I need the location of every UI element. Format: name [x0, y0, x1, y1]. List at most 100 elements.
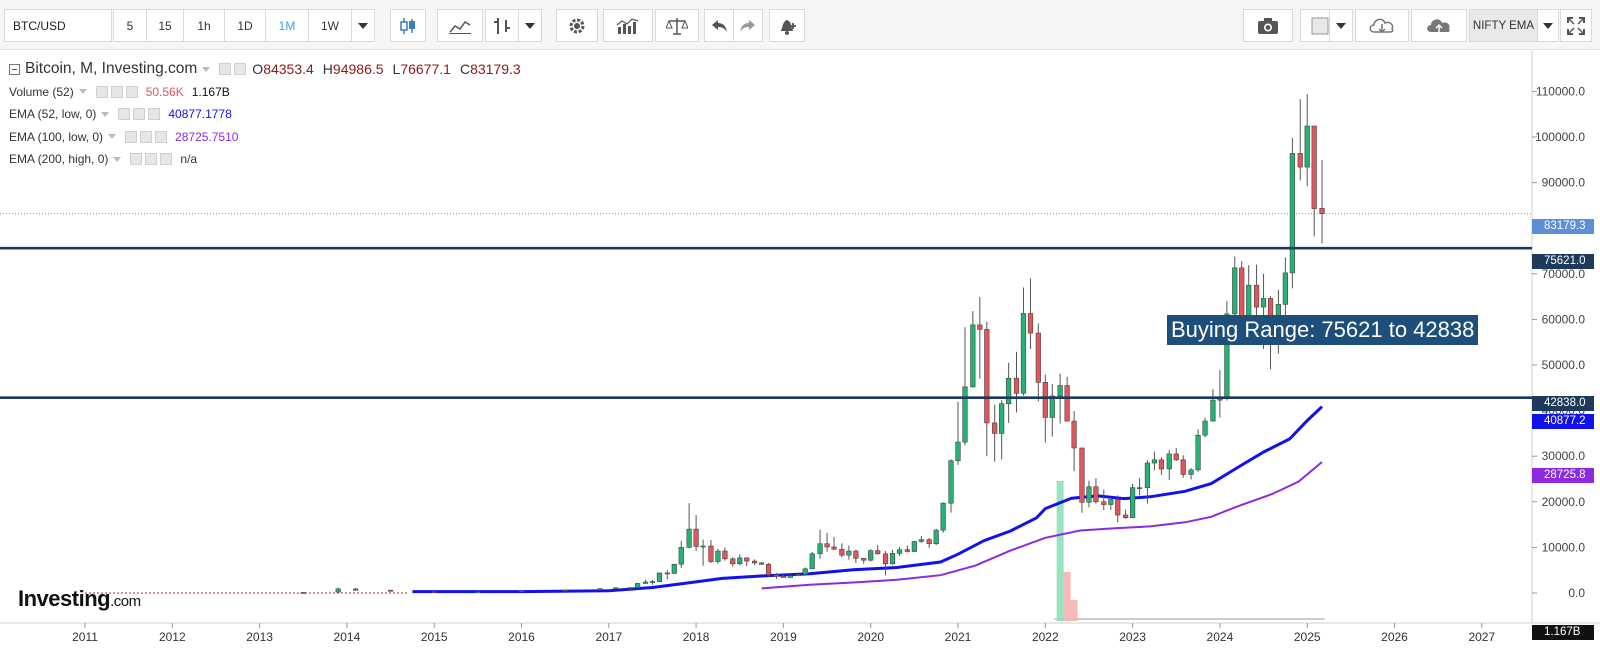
ema200-value: n/a	[180, 152, 198, 167]
candle-body	[1064, 385, 1070, 422]
template-button[interactable]: NIFTY EMA	[1469, 9, 1538, 42]
candle-body	[955, 441, 961, 462]
line-chart-button[interactable]	[437, 9, 483, 42]
candle-body	[831, 546, 837, 550]
fullscreen-button[interactable]	[1560, 9, 1592, 42]
chart-type-dropdown-button[interactable]	[518, 9, 542, 42]
last-price-tag: 83179.3	[1532, 219, 1594, 234]
candle-body	[1173, 453, 1179, 461]
redo-button[interactable]	[733, 9, 763, 42]
y-tick-label: 20000.0	[1542, 495, 1586, 509]
fullscreen-icon	[1567, 16, 1585, 35]
buying-range-annotation[interactable]: Buying Range: 75621 to 42838	[1167, 315, 1479, 345]
candle-body	[1079, 447, 1085, 503]
candle-body	[664, 572, 670, 575]
candle-body	[904, 549, 910, 552]
candle-body	[708, 545, 714, 562]
y-tick-label: 30000.0	[1542, 449, 1586, 463]
color-dropdown-button[interactable]	[1329, 9, 1353, 42]
candle-body	[1210, 399, 1216, 422]
chevron-down-icon	[358, 22, 368, 29]
gear-icon[interactable]	[234, 63, 247, 76]
candle-body	[1282, 272, 1288, 305]
alert-button[interactable]	[769, 9, 805, 42]
interval-5-button[interactable]: 5	[113, 9, 147, 42]
candle-body	[795, 574, 801, 576]
candle-body	[1246, 284, 1252, 317]
volume-bar	[1063, 572, 1071, 621]
x-tick-label: 2014	[334, 630, 361, 644]
candle-body	[649, 581, 656, 583]
gear-icon[interactable]	[133, 108, 146, 121]
ohlc-open: 84353.4	[263, 61, 314, 78]
screenshot-button[interactable]	[1243, 9, 1293, 42]
ohlc-high: 94986.5	[332, 61, 384, 78]
candle-body	[613, 587, 619, 590]
bars-button[interactable]	[485, 9, 519, 42]
interval-15-button[interactable]: 15	[146, 9, 184, 42]
candle-body	[1115, 499, 1121, 516]
logo-main: Investing	[18, 586, 111, 611]
chevron-down-icon[interactable]	[202, 66, 211, 72]
undo-button[interactable]	[704, 9, 734, 42]
undo-icon	[710, 19, 728, 33]
interval-1w-button[interactable]: 1W	[308, 9, 352, 42]
candle-body	[853, 550, 859, 559]
cloud-download-button[interactable]	[1355, 9, 1409, 42]
candle-body	[656, 572, 663, 582]
candle-body	[1086, 486, 1092, 503]
chevron-down-icon[interactable]	[101, 111, 110, 117]
candles-button[interactable]	[390, 9, 426, 42]
chevron-down-icon[interactable]	[108, 134, 117, 140]
close-icon[interactable]	[160, 153, 173, 166]
interval-1h-button[interactable]: 1h	[183, 9, 225, 42]
eye-icon[interactable]	[118, 108, 131, 121]
chevron-down-icon[interactable]	[78, 89, 87, 95]
interval-dropdown-button[interactable]	[351, 9, 375, 42]
settings-button[interactable]	[556, 9, 598, 42]
eye-icon[interactable]	[219, 63, 232, 76]
candle-body	[1166, 453, 1172, 470]
candle-body	[353, 588, 359, 591]
interval-1d-button[interactable]: 1D	[224, 9, 266, 42]
gear-icon[interactable]	[110, 85, 123, 98]
template-dropdown-button[interactable]	[1537, 9, 1559, 42]
candle-body	[940, 502, 946, 531]
chevron-down-icon[interactable]	[113, 156, 122, 162]
eye-icon[interactable]	[125, 130, 138, 143]
y-tick-label: 50000.0	[1542, 358, 1586, 372]
candle-body	[1027, 313, 1034, 334]
gear-icon[interactable]	[140, 130, 153, 143]
candle-body	[999, 403, 1005, 434]
cloud-download-icon	[1368, 16, 1396, 36]
candle-body	[700, 545, 706, 548]
close-icon[interactable]	[155, 130, 168, 143]
x-tick-label: 2018	[683, 630, 710, 644]
candle-body	[300, 592, 306, 594]
close-icon[interactable]	[148, 108, 161, 121]
cloud-upload-button[interactable]	[1411, 9, 1467, 42]
candle-body	[1158, 459, 1165, 470]
candle-body	[809, 553, 815, 570]
ohlc-high-key: H	[322, 61, 333, 78]
interval-1m-button[interactable]: 1M	[265, 9, 309, 42]
eye-icon[interactable]	[95, 85, 108, 98]
collapse-legend-icon[interactable]	[9, 63, 20, 75]
candle-body	[1297, 153, 1303, 168]
chart-legend: Bitcoin, M, Investing.com O 84353.4 H 9498…	[9, 58, 521, 171]
eye-icon[interactable]	[130, 153, 143, 166]
gear-icon[interactable]	[145, 153, 158, 166]
candle-body	[1195, 434, 1201, 471]
compare-button[interactable]	[655, 9, 699, 42]
candle-body	[861, 558, 867, 561]
candle-body	[1042, 382, 1048, 418]
candle-body	[911, 541, 917, 552]
ema52-value: 40877.1778	[168, 107, 232, 122]
camera-icon	[1257, 17, 1279, 35]
candle-body	[773, 574, 780, 577]
close-icon[interactable]	[125, 85, 138, 98]
candle-body	[335, 588, 341, 593]
candle-body	[846, 550, 852, 556]
indicators-button[interactable]	[603, 9, 653, 42]
symbol-input[interactable]: BTC/USD	[4, 9, 112, 42]
